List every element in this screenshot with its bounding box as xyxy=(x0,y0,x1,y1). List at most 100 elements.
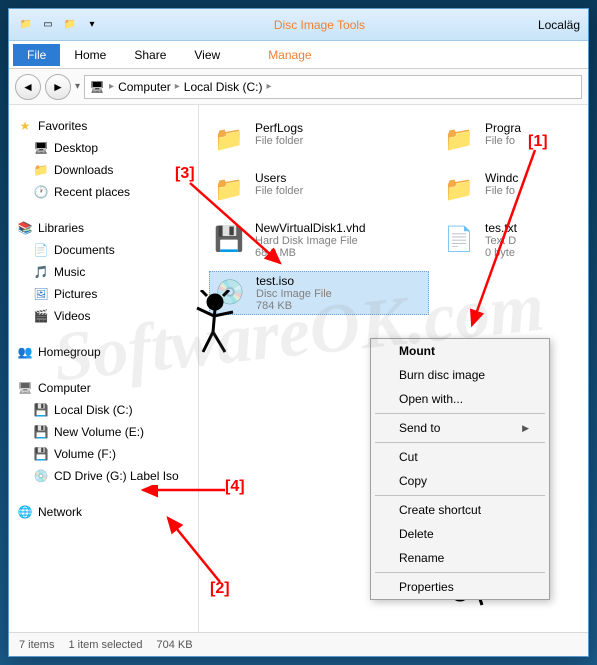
cd-icon: 💿 xyxy=(33,468,49,484)
sidebar-favorites[interactable]: ★Favorites xyxy=(13,115,194,137)
sidebar-label: Music xyxy=(54,265,85,279)
file-size: 784 KB xyxy=(256,300,332,312)
file-windc[interactable]: 📁 WindcFile fo xyxy=(439,169,549,209)
file-iso[interactable]: 💿 test.isoDisc Image File784 KB xyxy=(209,271,429,315)
file-name: Windc xyxy=(485,171,518,185)
disk-icon: 💾 xyxy=(33,424,49,440)
qat-btn-newfolder[interactable]: 📁 xyxy=(61,16,79,34)
file-size: 68.0 MB xyxy=(255,247,366,259)
sidebar-label: New Volume (E:) xyxy=(54,425,144,439)
menu-send-to[interactable]: Send to▶ xyxy=(371,416,549,440)
libraries-icon: 📚 xyxy=(17,220,33,236)
sidebar-label: Local Disk (C:) xyxy=(54,403,133,417)
network-icon: 🌐 xyxy=(17,504,33,520)
sidebar-item-volume-e[interactable]: 💾 New Volume (E:) xyxy=(13,421,194,443)
tab-manage[interactable]: Manage xyxy=(254,44,325,66)
qat-dropdown[interactable]: ▾ xyxy=(83,16,101,34)
breadcrumb[interactable]: 🖥 ▸ Computer ▸ Local Disk (C:) ▸ xyxy=(84,75,582,99)
file-name: test.iso xyxy=(256,274,332,288)
sidebar-item-pictures[interactable]: 🖼 Pictures xyxy=(13,283,194,305)
sidebar-item-local-c[interactable]: 💾 Local Disk (C:) xyxy=(13,399,194,421)
music-icon: 🎵 xyxy=(33,264,49,280)
sidebar-item-volume-f[interactable]: 💾 Volume (F:) xyxy=(13,443,194,465)
sidebar-label: Favorites xyxy=(38,119,87,133)
context-tab-label: Disc Image Tools xyxy=(101,18,538,32)
sidebar-label: Libraries xyxy=(38,221,84,235)
chevron-right-icon: ▸ xyxy=(109,81,114,92)
chevron-right-icon: ▸ xyxy=(266,81,271,92)
sidebar-item-cd-g[interactable]: 💿 CD Drive (G:) Label Iso xyxy=(13,465,194,487)
tab-home[interactable]: Home xyxy=(60,44,120,66)
tab-share[interactable]: Share xyxy=(120,44,180,66)
sidebar-homegroup[interactable]: 👥 Homegroup xyxy=(13,341,194,363)
recent-icon: 🕐 xyxy=(33,184,49,200)
back-button[interactable]: ◄ xyxy=(15,74,41,100)
homegroup-icon: 👥 xyxy=(17,344,33,360)
file-name: NewVirtualDisk1.vhd xyxy=(255,221,366,235)
sidebar-item-videos[interactable]: 🎬Videos xyxy=(13,305,194,327)
sidebar-network[interactable]: 🌐Network xyxy=(13,501,194,523)
sidebar-label: Homegroup xyxy=(38,345,101,359)
sidebar-label: Pictures xyxy=(54,287,97,301)
qat-btn-properties[interactable]: ▭ xyxy=(39,16,57,34)
context-menu: Mount Burn disc image Open with... Send … xyxy=(370,338,550,600)
sidebar-label: Downloads xyxy=(54,163,113,177)
documents-icon: 📄 xyxy=(33,242,49,258)
file-progra[interactable]: 📁 PrograFile fo xyxy=(439,119,549,159)
file-vhd[interactable]: 💾 NewVirtualDisk1.vhdHard Disk Image Fil… xyxy=(209,219,429,261)
file-type: File folder xyxy=(255,135,303,147)
sidebar-label: Volume (F:) xyxy=(54,447,116,461)
sidebar-computer[interactable]: 🖥Computer xyxy=(13,377,194,399)
breadcrumb-disk[interactable]: Local Disk (C:) xyxy=(184,80,263,94)
sidebar-libraries[interactable]: 📚 Libraries xyxy=(13,217,194,239)
computer-icon: 🖥 xyxy=(89,79,105,95)
file-testxt[interactable]: 📄 tes.txtText D0 byte xyxy=(439,219,549,261)
sidebar-label: CD Drive (G:) Label Iso xyxy=(54,469,179,483)
statusbar: 7 items 1 item selected 704 KB xyxy=(9,632,588,656)
tab-view[interactable]: View xyxy=(180,44,234,66)
folder-icon: 📁 xyxy=(33,162,49,178)
menu-burn[interactable]: Burn disc image xyxy=(371,363,549,387)
sidebar-item-downloads[interactable]: 📁 Downloads xyxy=(13,159,194,181)
file-users[interactable]: 📁 UsersFile folder xyxy=(209,169,429,209)
file-perflogs[interactable]: 📁 PerfLogsFile folder xyxy=(209,119,429,159)
menu-create-shortcut[interactable]: Create shortcut xyxy=(371,498,549,522)
file-name: PerfLogs xyxy=(255,121,303,135)
menu-open-with[interactable]: Open with... xyxy=(371,387,549,411)
status-size: 704 KB xyxy=(156,639,192,651)
menu-copy[interactable]: Copy xyxy=(371,469,549,493)
file-name: Progra xyxy=(485,121,521,135)
sidebar-item-music[interactable]: 🎵 Music xyxy=(13,261,194,283)
disc-image-icon: 💿 xyxy=(212,274,248,310)
menu-rename[interactable]: Rename xyxy=(371,546,549,570)
status-item-count: 7 items xyxy=(19,639,54,651)
disk-icon: 💾 xyxy=(33,446,49,462)
ribbon-tabs: File Home Share View Manage xyxy=(9,41,588,69)
menu-properties[interactable]: Properties xyxy=(371,575,549,599)
computer-icon: 🖥 xyxy=(17,380,33,396)
text-file-icon: 📄 xyxy=(441,221,477,257)
folder-icon: 📁 xyxy=(441,171,477,207)
menu-cut[interactable]: Cut xyxy=(371,445,549,469)
sidebar-item-recent[interactable]: 🕐Recent places xyxy=(13,181,194,203)
file-size: 0 byte xyxy=(485,247,517,259)
file-name: Users xyxy=(255,171,303,185)
menu-mount[interactable]: Mount xyxy=(371,339,549,363)
sidebar-item-desktop[interactable]: 🖥Desktop xyxy=(13,137,194,159)
forward-button[interactable]: ► xyxy=(45,74,71,100)
file-name: tes.txt xyxy=(485,221,517,235)
menu-delete[interactable]: Delete xyxy=(371,522,549,546)
disk-icon: 💾 xyxy=(33,402,49,418)
tab-file[interactable]: File xyxy=(13,44,60,66)
sidebar-item-documents[interactable]: 📄Documents xyxy=(13,239,194,261)
recent-locations-dropdown[interactable]: ▾ xyxy=(75,81,80,92)
folder-icon: 📁 xyxy=(211,121,247,157)
sidebar-label: Videos xyxy=(54,309,90,323)
pictures-icon: 🖼 xyxy=(33,286,49,302)
breadcrumb-computer[interactable]: Computer xyxy=(118,80,171,94)
file-type: Disc Image File xyxy=(256,288,332,300)
file-type: File fo xyxy=(485,135,521,147)
titlebar: 📁 ▭ 📁 ▾ Disc Image Tools Localäg xyxy=(9,9,588,41)
chevron-right-icon: ▶ xyxy=(522,423,529,434)
menu-separator xyxy=(375,495,545,496)
